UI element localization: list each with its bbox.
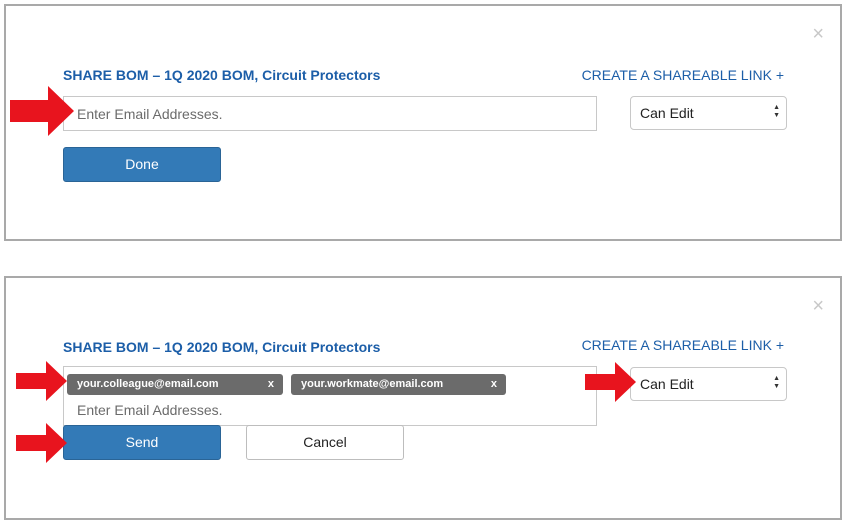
share-dialog-empty: × SHARE BOM – 1Q 2020 BOM, Circuit Prote… [4,4,842,241]
permission-select[interactable]: Can Edit ▲ ▼ [630,96,787,130]
send-button[interactable]: Send [63,425,221,460]
email-input[interactable] [64,97,557,130]
arrow-pointer-icon [16,423,67,463]
permission-select[interactable]: Can Edit ▲ ▼ [630,367,787,401]
create-shareable-link[interactable]: CREATE A SHAREABLE LINK + [582,337,784,353]
arrow-pointer-icon [10,86,74,136]
email-input[interactable] [64,399,557,421]
select-arrows-icon: ▲ ▼ [773,375,780,390]
done-button[interactable]: Done [63,147,221,182]
dialog-title: SHARE BOM – 1Q 2020 BOM, Circuit Protect… [63,67,381,83]
select-arrows-icon: ▲ ▼ [773,104,780,119]
close-icon[interactable]: × [812,24,824,44]
recipient-tag: your.colleague@email.com x [67,374,283,395]
create-shareable-link[interactable]: CREATE A SHAREABLE LINK + [582,67,784,83]
remove-recipient-icon[interactable]: x [268,374,274,395]
arrow-pointer-icon [16,361,67,401]
share-dialog-filled: × SHARE BOM – 1Q 2020 BOM, Circuit Prote… [4,276,842,520]
permission-value: Can Edit [640,376,694,392]
recipient-email: your.colleague@email.com [77,378,219,390]
remove-recipient-icon[interactable]: x [491,374,497,395]
recipient-email: your.workmate@email.com [301,378,444,390]
email-field-container[interactable]: your.colleague@email.com x your.workmate… [63,366,597,426]
permission-value: Can Edit [640,105,694,121]
recipient-tag: your.workmate@email.com x [291,374,506,395]
email-field-container[interactable] [63,96,597,131]
arrow-pointer-icon [585,362,636,402]
close-icon[interactable]: × [812,296,824,316]
cancel-button[interactable]: Cancel [246,425,404,460]
dialog-title: SHARE BOM – 1Q 2020 BOM, Circuit Protect… [63,339,381,355]
